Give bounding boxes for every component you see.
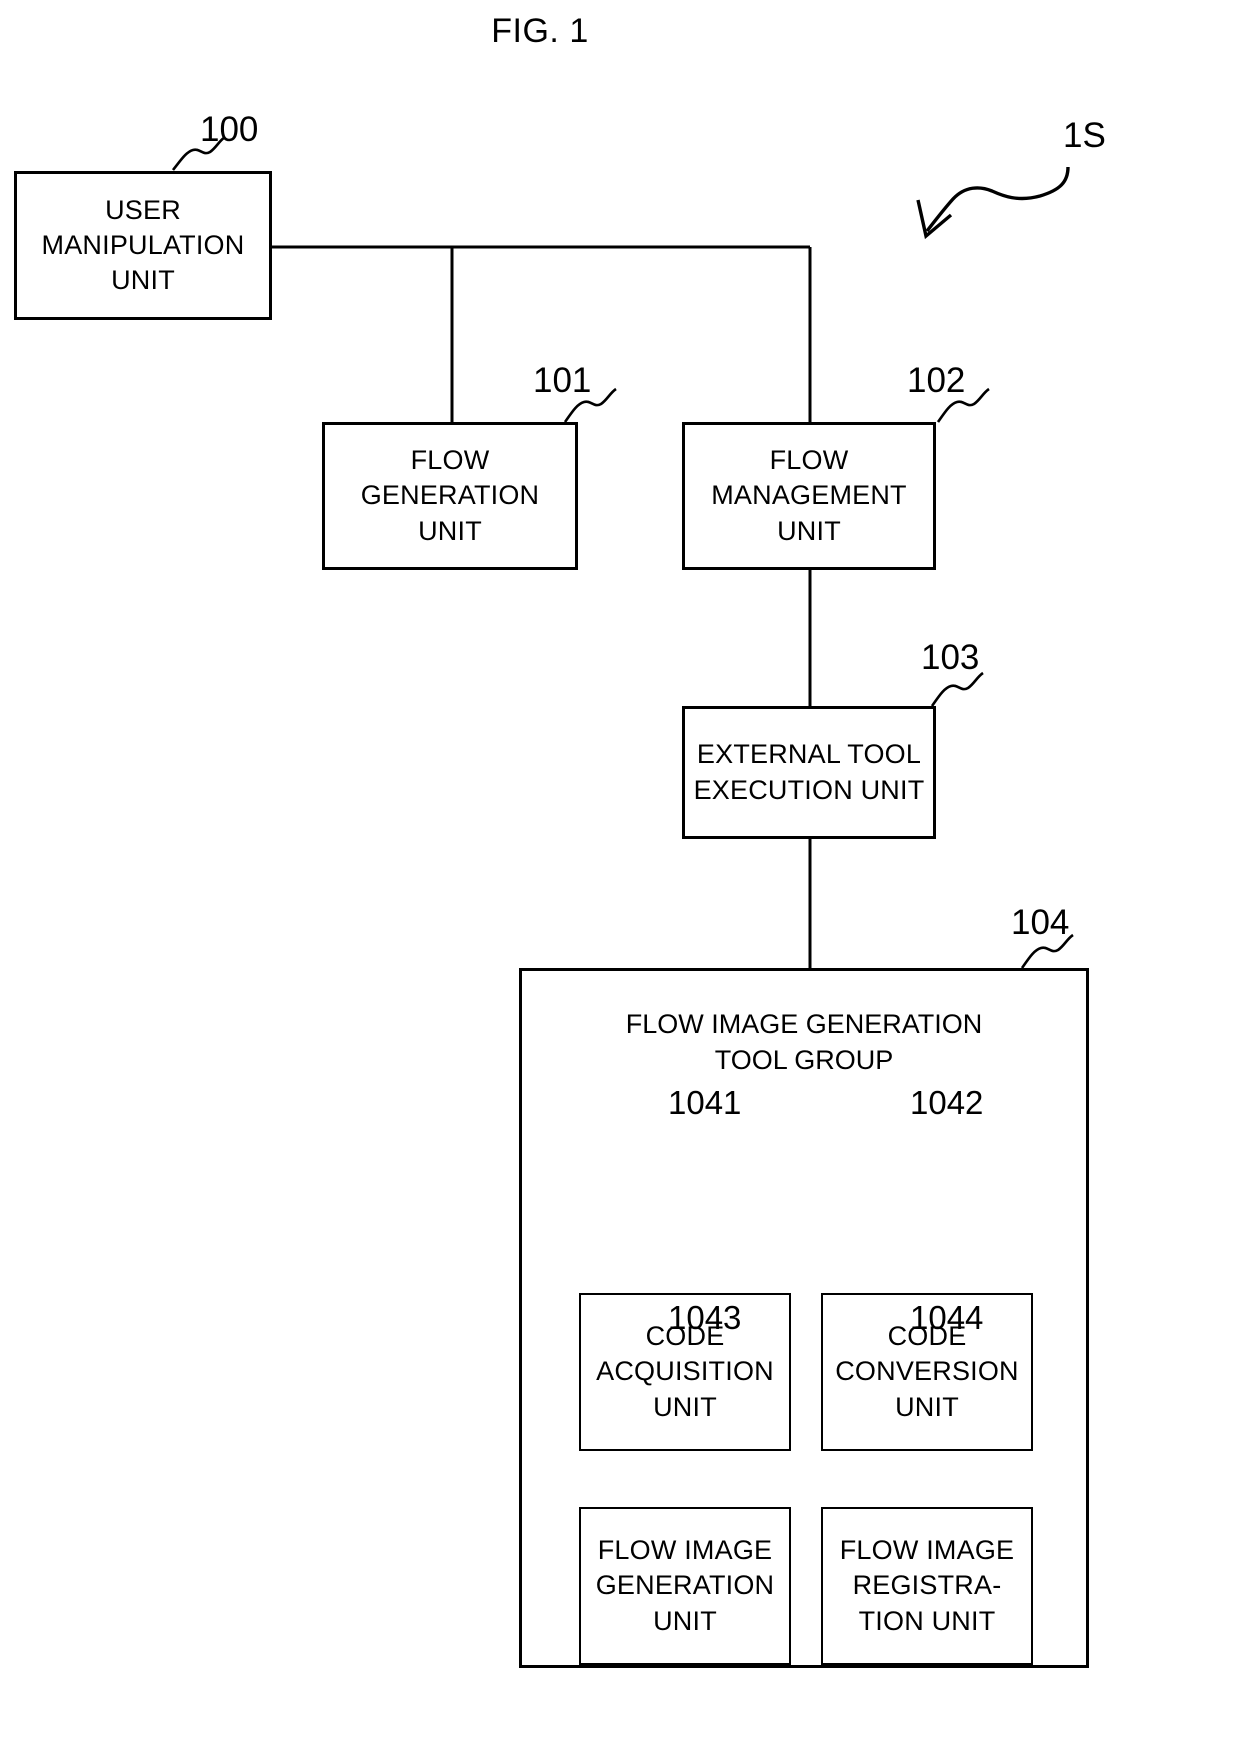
block-label-102: FLOW MANAGEMENT UNIT [711, 445, 907, 546]
figure-title: FIG. 1 [491, 12, 589, 50]
patent-figure: FIG. 1 100 1S 101 102 103 104 1041 1042 … [0, 0, 1240, 1761]
system-reference-label: 1S [1063, 116, 1106, 155]
reference-numeral-1044: 1044 [910, 1299, 984, 1336]
reference-numeral-104: 104 [1011, 903, 1070, 942]
block-flow-image-registration-unit[interactable]: FLOW IMAGE REGISTRA- TION UNIT [821, 1507, 1033, 1665]
reference-numeral-101: 101 [533, 361, 592, 400]
reference-numeral-102: 102 [907, 361, 966, 400]
block-flow-image-generation-unit[interactable]: FLOW IMAGE GENERATION UNIT [579, 1507, 791, 1665]
block-label-103: EXTERNAL TOOL EXECUTION UNIT [693, 739, 925, 805]
reference-numeral-1041: 1041 [668, 1084, 742, 1121]
block-label-104: FLOW IMAGE GENERATION TOOL GROUP [625, 1009, 983, 1075]
block-flow-generation-unit[interactable]: FLOW GENERATION UNIT [322, 422, 578, 570]
block-external-tool-execution-unit[interactable]: EXTERNAL TOOL EXECUTION UNIT [682, 706, 936, 839]
block-label-1043: FLOW IMAGE GENERATION UNIT [595, 1535, 775, 1636]
block-user-manipulation-unit[interactable]: USER MANIPULATION UNIT [14, 171, 272, 320]
reference-numeral-1042: 1042 [910, 1084, 984, 1121]
reference-numeral-103: 103 [921, 638, 980, 677]
reference-numeral-1043: 1043 [668, 1299, 742, 1336]
block-flow-management-unit[interactable]: FLOW MANAGEMENT UNIT [682, 422, 936, 570]
block-label-101: FLOW GENERATION UNIT [360, 445, 540, 546]
block-label-1044: FLOW IMAGE REGISTRA- TION UNIT [839, 1535, 1015, 1636]
reference-numeral-100: 100 [200, 110, 259, 149]
block-label-100: USER MANIPULATION UNIT [41, 194, 245, 296]
